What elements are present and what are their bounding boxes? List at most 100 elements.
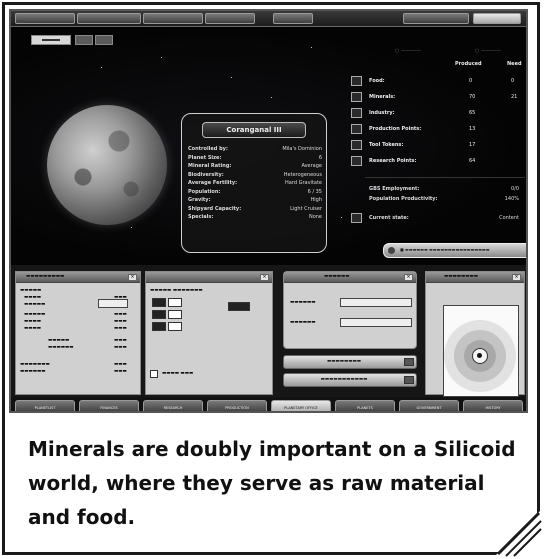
planet-info-row: Planet Size: 6 [188, 155, 322, 164]
population-productivity-value: 140% [504, 196, 519, 202]
gbs-employment-value: 0/0 [510, 186, 519, 192]
bottom-tab-label: PLANETLIST [34, 406, 56, 410]
planet-info-value: 6 [318, 154, 322, 161]
top-tab-3[interactable] [143, 13, 203, 24]
top-tab-2[interactable] [77, 13, 141, 24]
stats-divider [365, 177, 525, 178]
planet-info-value: Hard Gravitate [285, 180, 322, 186]
planet-info-value: Average [301, 163, 322, 169]
stats-header-icons: ○ ———— ○ ———— [365, 48, 525, 58]
planet-image[interactable] [47, 105, 167, 225]
close-icon[interactable]: × [260, 274, 269, 281]
stat-label: Food: [369, 78, 385, 84]
planet-info-row: Shipyard Capacity: Light Cruiser [188, 206, 322, 215]
stat-need: 0 [511, 78, 515, 84]
planet-info-row: Controlled by: Mila's Dominion [188, 146, 322, 155]
income-source-3[interactable] [152, 322, 166, 331]
bottom-tab-bar: PLANETLIST FINANCES RESEARCH PRODUCTION PLAN… [11, 397, 526, 411]
close-icon[interactable]: × [404, 274, 413, 281]
bottom-tab[interactable]: PLANETS [335, 400, 395, 411]
caption-text: Minerals are doubly important on a Silic… [28, 437, 516, 529]
top-tab-5[interactable] [273, 13, 313, 24]
stat-need: 21 [511, 94, 518, 100]
top-tab-6[interactable] [403, 13, 469, 24]
gbs-employment-label: GBS Employment: [369, 186, 420, 192]
economy-panel: ▬▬▬▬▬▬▬▬▬ × ▬▬▬▬▬ ▬▬▬▬ ▬▬▬▬▬ ▬▬▬▬▬ ▬▬▬▬ … [15, 271, 141, 395]
income-total[interactable] [228, 302, 250, 311]
bottom-tab-label: FINANCES [100, 406, 118, 410]
bottom-tab[interactable]: PLANETLIST [15, 400, 75, 411]
stat-label: Tool Tokens: [369, 142, 404, 148]
planet-info-value: Light Cruiser [290, 205, 322, 212]
circle-icon[interactable]: ○ ———— [395, 48, 421, 54]
planet-name: Coranganal III [202, 122, 306, 138]
stat-label: Production Points: [369, 126, 422, 132]
tax-rate-dropdown[interactable] [98, 299, 128, 308]
income-source-2[interactable] [152, 310, 166, 319]
close-icon[interactable]: × [512, 274, 521, 281]
top-tab-1[interactable] [15, 13, 75, 24]
tax-icon[interactable] [351, 140, 362, 150]
colonization-button[interactable]: ▬▬▬▬▬▬▬▬▬▬▬ [283, 373, 417, 387]
planet-development-panel: ▬▬▬▬▬▬ × ▬▬▬▬▬▬ ▬▬▬▬▬▬ [283, 271, 417, 349]
checkbox[interactable] [150, 370, 158, 378]
production-icon[interactable] [351, 124, 362, 134]
income-source-1[interactable] [152, 298, 166, 307]
industry-icon[interactable] [351, 108, 362, 118]
top-tab-7[interactable] [473, 13, 521, 24]
planet-info-value: Mila's Dominion [282, 146, 322, 152]
income-source-2-value[interactable] [168, 310, 182, 319]
stat-row: Industry: 65 [351, 107, 525, 121]
top-tab-bar [11, 11, 526, 27]
top-tab-4[interactable] [205, 13, 255, 24]
planet-info-value: 6 / 35 [307, 188, 322, 195]
planet-info-key: Controlled by: [188, 146, 228, 152]
bottom-tab[interactable]: GOVERNMENT [399, 400, 459, 411]
stat-produced: 0 [469, 78, 473, 84]
bottom-tab[interactable]: HISTORY [463, 400, 523, 411]
close-icon[interactable]: × [128, 274, 137, 281]
view-mode-tab-active[interactable] [31, 35, 71, 45]
stat-row: Minerals: 70 21 [351, 91, 525, 105]
income-source-1-value[interactable] [168, 298, 182, 307]
planet-info-row: Population: 6 / 35 [188, 189, 322, 198]
food-icon[interactable] [351, 76, 362, 86]
bottom-tab[interactable]: PRODUCTION [207, 400, 267, 411]
stat-row: Research Points: 64 [351, 155, 525, 169]
planetary-improvements-button[interactable]: ■ ▬▬▬▬▬▬ ▬▬▬▬▬▬▬▬▬▬▬▬▬▬▬▬ [383, 243, 526, 258]
bottom-tab[interactable]: FINANCES [79, 400, 139, 411]
military-button[interactable]: ▬▬▬▬▬▬▬▬ [283, 355, 417, 369]
planet-info-key: Biodiversity: [188, 171, 224, 178]
planet-info-value: None [308, 214, 322, 220]
stat-label: Industry: [369, 110, 395, 116]
stat-produced: 17 [469, 142, 476, 148]
planet-info-key: Planet Size: [188, 154, 222, 161]
orbital-target-display[interactable] [443, 305, 519, 397]
research-icon[interactable] [351, 156, 362, 166]
stat-row: Food: 0 0 [351, 75, 525, 89]
development-dropdown-2[interactable] [340, 318, 412, 327]
planet-info-key: Gravity: [188, 197, 211, 203]
bottom-tab-label: PLANETS [357, 406, 373, 410]
planet-info-panel: Coranganal III Controlled by: Mila's Domi… [181, 113, 327, 253]
stat-produced: 64 [469, 158, 476, 164]
planet-info-row: Average Fertility: Hard Gravitate [188, 180, 322, 189]
bottom-tab[interactable]: PLANETARY OFFICE [271, 400, 331, 411]
view-mode-tab-3[interactable] [95, 35, 113, 45]
planet-info-key: Shipyard Capacity: [188, 205, 242, 212]
planet-info-row: Specials: None [188, 214, 322, 223]
current-state-value: Content [499, 215, 519, 221]
income-source-3-value[interactable] [168, 322, 182, 331]
planet-info-value: High [310, 197, 323, 203]
planet-info-row: Mineral Rating: Average [188, 163, 322, 172]
bottom-tab[interactable]: RESEARCH [143, 400, 203, 411]
stat-label: Research Points: [369, 158, 417, 164]
planet-info-key: Specials: [188, 214, 214, 220]
view-mode-tab-2[interactable] [75, 35, 93, 45]
circle-icon-2[interactable]: ○ ———— [475, 48, 501, 54]
planet-info-row: Gravity: High [188, 197, 322, 206]
planet-info-key: Mineral Rating: [188, 163, 232, 169]
development-dropdown-1[interactable] [340, 298, 412, 307]
state-icon [351, 213, 362, 223]
minerals-icon[interactable] [351, 92, 362, 102]
